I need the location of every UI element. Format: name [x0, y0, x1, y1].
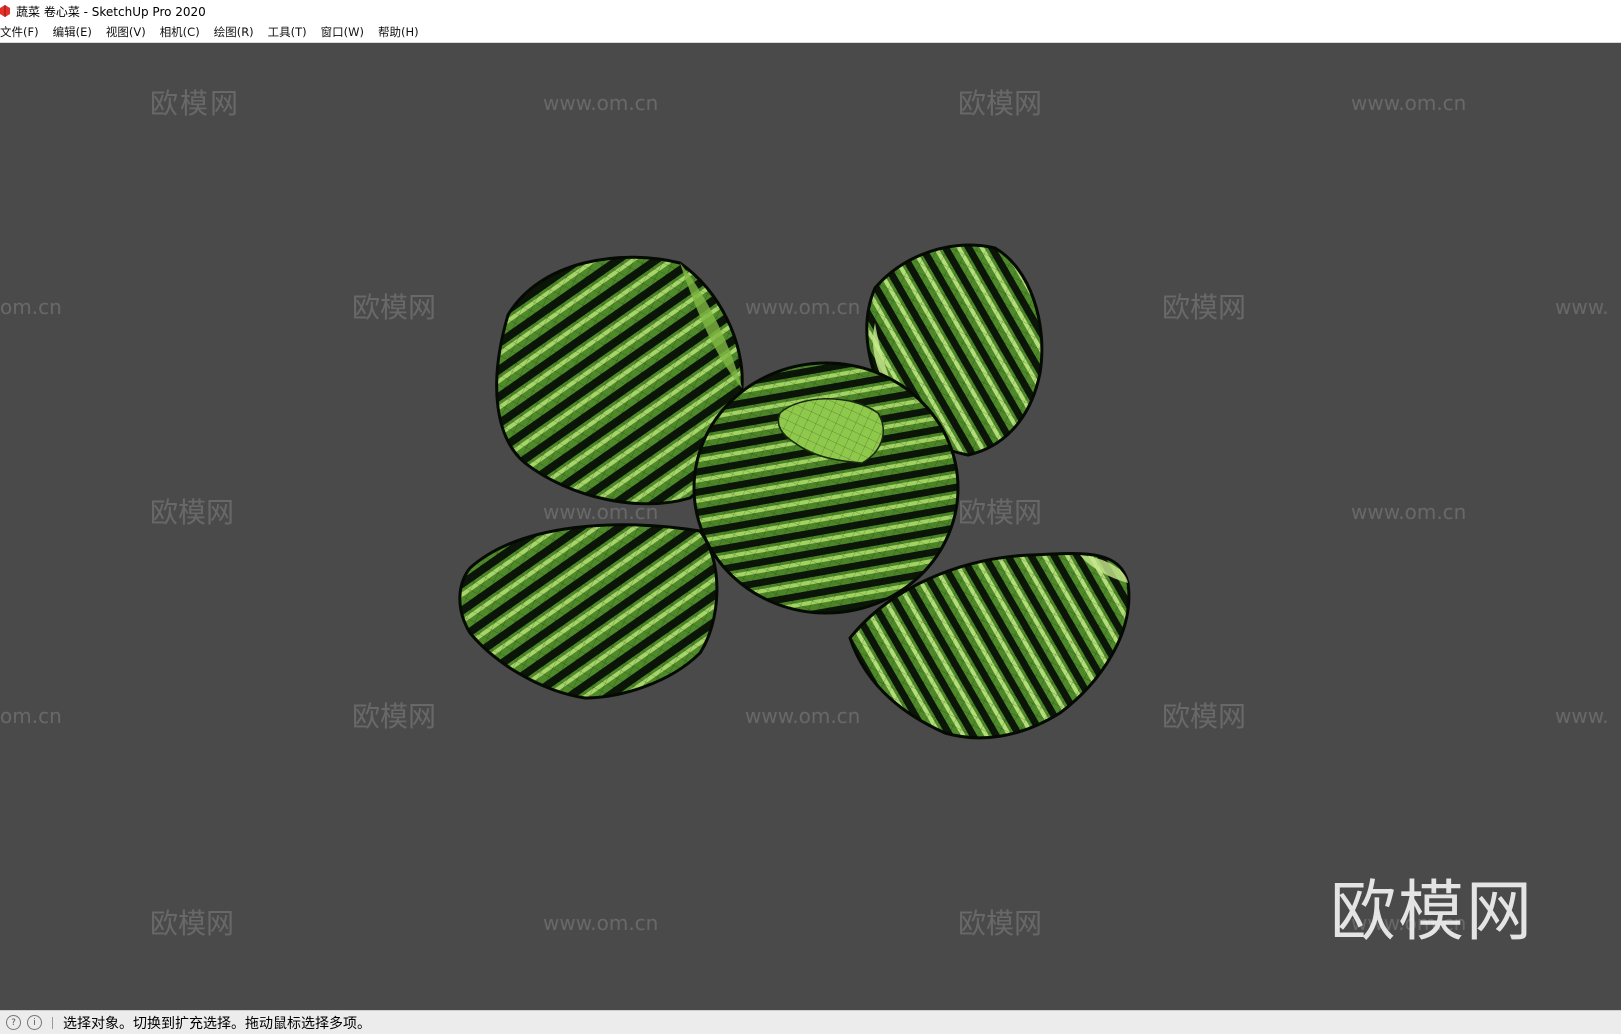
status-separator: [52, 1016, 53, 1029]
menu-bar: 文件(F) 编辑(E) 视图(V) 相机(C) 绘图(R) 工具(T) 窗口(W…: [0, 22, 1621, 43]
watermark-brand: 欧模网: [958, 87, 1042, 120]
menu-help[interactable]: 帮助(H): [371, 22, 426, 42]
menu-tools[interactable]: 工具(T): [261, 22, 314, 42]
menu-edit[interactable]: 编辑(E): [46, 22, 99, 42]
watermark-url: www.om.cn: [1351, 500, 1466, 524]
watermark-brand: 欧模网: [352, 700, 436, 733]
watermark-url-fragment: om.cn: [0, 704, 62, 728]
watermark-big-brand: 欧模网: [1330, 873, 1534, 950]
watermark-url: www.om.cn: [543, 91, 658, 115]
watermark-url-fragment: www.: [1555, 295, 1609, 319]
watermark-url: www.om.cn: [745, 704, 860, 728]
menu-draw[interactable]: 绘图(R): [207, 22, 261, 42]
watermark-brand: 欧模网: [150, 87, 240, 120]
menu-camera[interactable]: 相机(C): [153, 22, 207, 42]
watermark-brand: 欧模网: [150, 907, 234, 940]
window-title: 蔬菜 卷心菜 - SketchUp Pro 2020: [16, 4, 206, 19]
cabbage-head-center[interactable]: [692, 361, 960, 615]
status-bar: ? i 选择对象。切换到扩充选择。拖动鼠标选择多项。: [0, 1010, 1621, 1034]
watermark-url: www.om.cn: [543, 911, 658, 935]
watermark-brand: 欧模网: [150, 496, 234, 529]
title-bar: 蔬菜 卷心菜 - SketchUp Pro 2020: [0, 0, 1621, 22]
model-viewport[interactable]: 欧模网 www.om.cn 欧模网 www.om.cn om.cn 欧模网 ww…: [0, 43, 1621, 1010]
cabbage-leaf-bottom-left[interactable]: [458, 523, 719, 700]
info-icon[interactable]: i: [27, 1015, 42, 1030]
status-message: 选择对象。切换到扩充选择。拖动鼠标选择多项。: [63, 1015, 371, 1032]
watermark-brand: 欧模网: [352, 291, 436, 324]
watermark-brand: 欧模网: [1162, 700, 1246, 733]
watermark-url-fragment: www.: [1555, 704, 1609, 728]
watermark-brand: 欧模网: [958, 907, 1042, 940]
menu-file[interactable]: 文件(F): [0, 22, 46, 42]
menu-view[interactable]: 视图(V): [99, 22, 153, 42]
menu-window[interactable]: 窗口(W): [314, 22, 371, 42]
watermark-url: www.om.cn: [745, 295, 860, 319]
watermark-url: www.om.cn: [1351, 91, 1466, 115]
sketchup-logo-icon: [0, 5, 10, 17]
watermark-brand: 欧模网: [1162, 291, 1246, 324]
watermark-brand: 欧模网: [958, 496, 1042, 529]
help-icon[interactable]: ?: [6, 1015, 21, 1030]
watermark-url-fragment: om.cn: [0, 295, 62, 319]
